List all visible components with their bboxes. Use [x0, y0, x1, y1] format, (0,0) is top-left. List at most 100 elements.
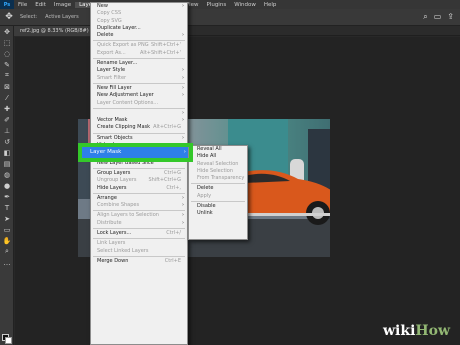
menu-item-label: Smart Filter — [97, 74, 127, 81]
path-select-icon[interactable]: ➤ — [0, 213, 14, 224]
layer-menu-dropdown: New › Copy CSS Copy SVG Duplicate Layer... De… — [90, 2, 188, 345]
menu-item-label: Create Clipping Mask — [97, 124, 151, 131]
history-brush-icon[interactable]: ↺ — [0, 136, 14, 147]
more-tools-icon[interactable]: … — [0, 257, 14, 268]
share-icon[interactable]: ⇪ — [447, 12, 454, 22]
submenu-arrow-icon: › — [183, 149, 186, 155]
submenu-arrow-icon: › — [182, 134, 184, 141]
menu-item-layer-mask[interactable]: › — [91, 110, 187, 117]
document-tab-bar: ref2.jpg @ 8.33% (RGB/8#) — [14, 26, 460, 36]
document-tab[interactable]: ref2.jpg @ 8.33% (RGB/8#) — [14, 26, 95, 36]
menu-item-label: Rename Layer... — [97, 60, 138, 67]
menu-item-hide-layers[interactable]: Hide Layers Ctrl+, — [91, 185, 187, 192]
wikihow-watermark: wiki How — [383, 323, 451, 339]
menu-separator — [93, 132, 185, 134]
submenu-arrow-icon: › — [182, 32, 184, 39]
menu-plugins[interactable]: Plugins — [202, 2, 230, 8]
menu-item-label: New — [97, 3, 108, 9]
menu-item-new[interactable]: New › — [91, 3, 187, 10]
pen-tool-icon[interactable]: ✒ — [0, 191, 14, 202]
menu-item-label: Copy CSS — [97, 10, 122, 17]
workspace-icon[interactable]: ▭ — [434, 12, 442, 22]
menu-separator — [93, 192, 185, 194]
menu-item-lock-layers[interactable]: Lock Layers... Ctrl+/ — [91, 230, 187, 237]
menu-item-rename-layer[interactable]: Rename Layer... — [91, 60, 187, 67]
lasso-tool-icon[interactable]: ◌ — [0, 48, 14, 59]
blur-tool-icon[interactable]: ◍ — [0, 169, 14, 180]
menu-image[interactable]: Image — [50, 2, 75, 8]
menu-help[interactable]: Help — [260, 2, 281, 8]
menu-item-duplicate-layer[interactable]: Duplicate Layer... — [91, 25, 187, 32]
menu-item-label: Ungroup Layers — [97, 177, 137, 184]
menu-edit[interactable]: Edit — [31, 2, 50, 8]
menu-separator — [191, 183, 245, 185]
menu-item-vector-mask[interactable]: Vector Mask › — [91, 117, 187, 124]
layer-mask-submenu: Reveal All Hide All Reveal Selection Hide S… — [188, 145, 248, 240]
type-tool-icon[interactable]: T — [0, 202, 14, 213]
auto-select-dropdown[interactable]: Active Layers — [41, 14, 83, 20]
submenu-item-hide-all[interactable]: Hide All — [189, 153, 247, 160]
menu-item-layer-mask-highlighted[interactable]: Layer Mask › — [82, 147, 188, 158]
submenu-arrow-icon: › — [182, 3, 184, 9]
menu-separator — [93, 255, 185, 257]
menu-item-combine-shapes: Combine Shapes › — [91, 202, 187, 209]
menu-item-delete[interactable]: Delete › — [91, 32, 187, 39]
gradient-tool-icon[interactable]: ▤ — [0, 158, 14, 169]
submenu-item-reveal-selection: Reveal Selection — [197, 160, 239, 167]
menu-item-merge-down[interactable]: Merge Down Ctrl+E — [91, 258, 187, 265]
healing-brush-icon[interactable]: ✚ — [0, 103, 14, 114]
menu-separator — [93, 82, 185, 84]
menu-item-smart-objects[interactable]: Smart Objects › — [91, 135, 187, 142]
submenu-item-apply: Apply — [197, 192, 212, 199]
move-tool-icon[interactable]: ✥ — [2, 10, 16, 24]
menu-item-label: Distribute — [97, 219, 122, 226]
menu-item-label: Vector Mask — [97, 117, 128, 124]
menu-item-new-fill-layer[interactable]: New Fill Layer › — [91, 85, 187, 92]
submenu-item-unlink[interactable]: Unlink — [189, 210, 247, 217]
eyedropper-tool-icon[interactable]: ⁄ — [0, 92, 14, 103]
clone-stamp-icon[interactable]: ⊥ — [0, 125, 14, 136]
submenu-arrow-icon: › — [182, 219, 184, 226]
submenu-item-delete[interactable]: Delete — [189, 185, 247, 192]
menu-item-label: Quick Export as PNG — [97, 42, 149, 49]
menu-separator — [191, 201, 245, 203]
menu-item-label: Delete — [97, 32, 114, 39]
marquee-tool-icon[interactable]: ⬚ — [0, 37, 14, 48]
menu-window[interactable]: Window — [230, 2, 260, 8]
submenu-item-reveal-all[interactable]: Reveal All — [189, 146, 247, 153]
move-tool-icon[interactable]: ✥ — [0, 26, 14, 37]
submenu-arrow-icon: › — [182, 74, 184, 81]
menu-item-shortcut: Ctrl+/ — [166, 230, 181, 237]
menu-file[interactable]: File — [14, 2, 31, 8]
menu-item-label: Smart Objects — [97, 134, 133, 141]
shape-tool-icon[interactable]: ▭ — [0, 224, 14, 235]
menu-item-layer-style[interactable]: Layer Style › — [91, 67, 187, 74]
zoom-tool-icon[interactable]: ⌕ — [0, 246, 14, 257]
menu-item-arrange[interactable]: Arrange › — [91, 195, 187, 202]
crop-tool-icon[interactable]: ⌗ — [0, 70, 14, 81]
search-icon[interactable]: ⌕ — [423, 12, 427, 22]
frame-tool-icon[interactable]: ⊠ — [0, 81, 14, 92]
background-color-swatch[interactable] — [5, 337, 12, 344]
menu-item-shortcut: Alt+Shift+Ctrl+' — [140, 49, 181, 56]
menu-item-label: Combine Shapes — [97, 202, 140, 209]
submenu-arrow-icon: › — [182, 67, 184, 74]
menu-item-create-clipping-mask[interactable]: Create Clipping Mask Alt+Ctrl+G — [91, 124, 187, 131]
eraser-tool-icon[interactable]: ◧ — [0, 147, 14, 158]
menu-item-label: Align Layers to Selection — [97, 212, 159, 219]
options-right-icons: ⌕ ▭ ⇪ — [423, 12, 454, 22]
submenu-item-disable[interactable]: Disable — [189, 203, 247, 210]
menu-item-align-layers-to-selection: Align Layers to Selection › — [91, 212, 187, 219]
menu-item-group-layers[interactable]: Group Layers Ctrl+G — [91, 170, 187, 177]
menu-item-link-layers: Link Layers — [91, 240, 187, 247]
hand-tool-icon[interactable]: ✋ — [0, 235, 14, 246]
dodge-tool-icon[interactable]: ● — [0, 180, 14, 191]
menu-item-new-adjustment-layer[interactable]: New Adjustment Layer › — [91, 92, 187, 99]
options-bar: ✥ Select: Active Layers ⌕ ▭ ⇪ — [0, 9, 460, 26]
menu-item-shortcut: Ctrl+, — [166, 184, 181, 191]
quick-select-tool-icon[interactable]: ✎ — [0, 59, 14, 70]
menu-item-label: New Adjustment Layer — [97, 92, 154, 99]
brush-tool-icon[interactable]: ✐ — [0, 114, 14, 125]
menu-item-quick-export-as-png: Quick Export as PNG Shift+Ctrl+' — [91, 42, 187, 49]
menu-separator — [93, 167, 185, 169]
